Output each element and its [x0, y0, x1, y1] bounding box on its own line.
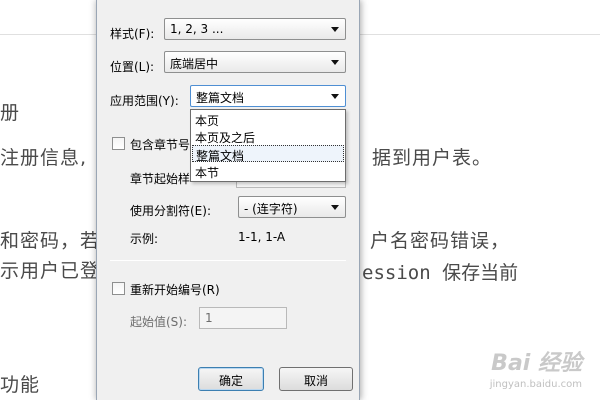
include-chapter-label: 包含章节号: [130, 138, 191, 152]
chevron-down-icon: [331, 27, 339, 32]
chapter-start-label: 章节起始样: [130, 172, 191, 186]
watermark-logo: Bai 经验: [491, 351, 582, 376]
separator-value: - (连字符): [244, 202, 298, 216]
format-value: 1, 2, 3 ...: [170, 22, 224, 36]
doc-text-line: 据到用户表。: [372, 147, 493, 169]
restart-numbering-label: 重新开始编号(R): [130, 283, 220, 297]
group-divider: [110, 260, 346, 261]
doc-text-line: 功能: [0, 374, 41, 396]
scope-select[interactable]: 整篇文档: [190, 85, 346, 107]
start-value-field[interactable]: 1: [199, 307, 287, 329]
separator-label: 使用分割符(E):: [130, 204, 211, 218]
doc-text-line: 和密码，若: [0, 230, 101, 252]
dropdown-option[interactable]: 本页: [192, 111, 344, 128]
scope-dropdown-list: 本页 本页及之后 整篇文档 本节: [190, 109, 346, 182]
ok-button[interactable]: 确定: [198, 367, 264, 391]
format-label: 样式(F):: [110, 27, 155, 41]
scope-value: 整篇文档: [196, 91, 245, 105]
watermark-url: jingyan.baidu.com: [489, 379, 582, 390]
example-value: 1-1, 1-A: [238, 230, 286, 244]
doc-text-line: ession 保存当前: [362, 262, 519, 284]
start-value-label: 起始值(S):: [130, 315, 188, 329]
format-select[interactable]: 1, 2, 3 ...: [164, 18, 346, 40]
example-label: 示例:: [130, 232, 159, 246]
doc-text-line: 注册信息,: [0, 147, 88, 169]
chevron-down-icon: [331, 94, 339, 99]
doc-text-line: 册: [0, 102, 21, 124]
position-value: 底端居中: [170, 57, 219, 71]
doc-text-line: 示用户已登: [0, 260, 101, 282]
scope-label: 应用范围(Y):: [110, 94, 179, 108]
dropdown-option[interactable]: 本页及之后: [192, 128, 344, 145]
doc-text-line: 户名密码错误，: [370, 230, 511, 252]
watermark: Bai 经验 jingyan.baidu.com: [490, 345, 582, 390]
chevron-down-icon: [331, 205, 339, 210]
chevron-down-icon: [331, 60, 339, 65]
dropdown-option[interactable]: 本节: [192, 163, 344, 180]
dropdown-option-selected[interactable]: 整篇文档: [192, 145, 344, 163]
restart-numbering-checkbox[interactable]: [112, 282, 125, 295]
position-label: 位置(L):: [110, 60, 155, 74]
separator-select[interactable]: - (连字符): [238, 196, 346, 218]
position-select[interactable]: 底端居中: [164, 51, 346, 73]
include-chapter-checkbox[interactable]: [112, 137, 125, 150]
cancel-button[interactable]: 取消: [279, 367, 353, 391]
